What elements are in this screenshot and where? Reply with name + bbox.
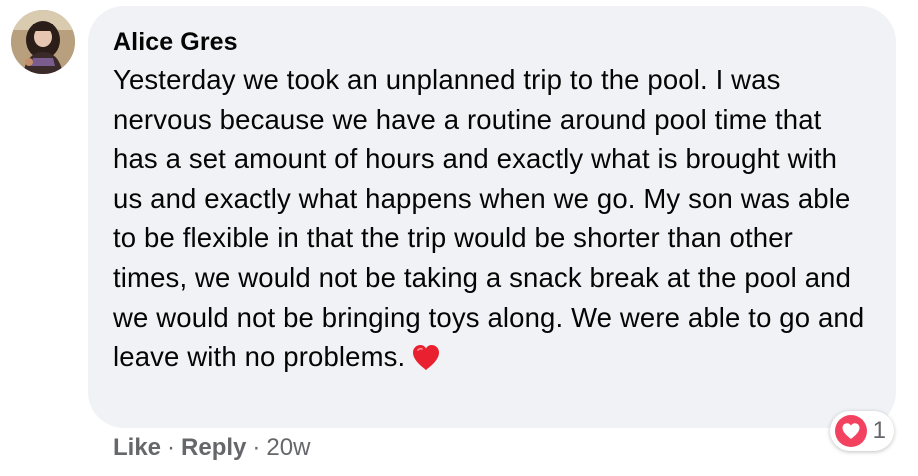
reaction-count: 1 <box>872 417 886 444</box>
comment-text: Yesterday we took an unplanned trip to t… <box>113 64 865 373</box>
heart-icon <box>411 342 441 371</box>
love-reaction-icon <box>834 415 867 447</box>
separator: · <box>167 434 176 461</box>
comment-body: Yesterday we took an unplanned trip to t… <box>113 60 872 377</box>
comment-bubble: Alice Gres Yesterday we took an unplanne… <box>88 6 896 428</box>
reply-button[interactable]: Reply <box>181 432 246 464</box>
reactions-summary[interactable]: 1 <box>829 411 894 451</box>
comment-author[interactable]: Alice Gres <box>113 26 872 58</box>
like-button[interactable]: Like <box>113 432 161 464</box>
user-avatar-icon <box>11 10 75 74</box>
comment-actions: Like · Reply · 20w <box>113 432 310 464</box>
comment-timestamp[interactable]: 20w <box>266 432 310 464</box>
separator: · <box>252 434 261 461</box>
avatar[interactable] <box>11 10 75 74</box>
